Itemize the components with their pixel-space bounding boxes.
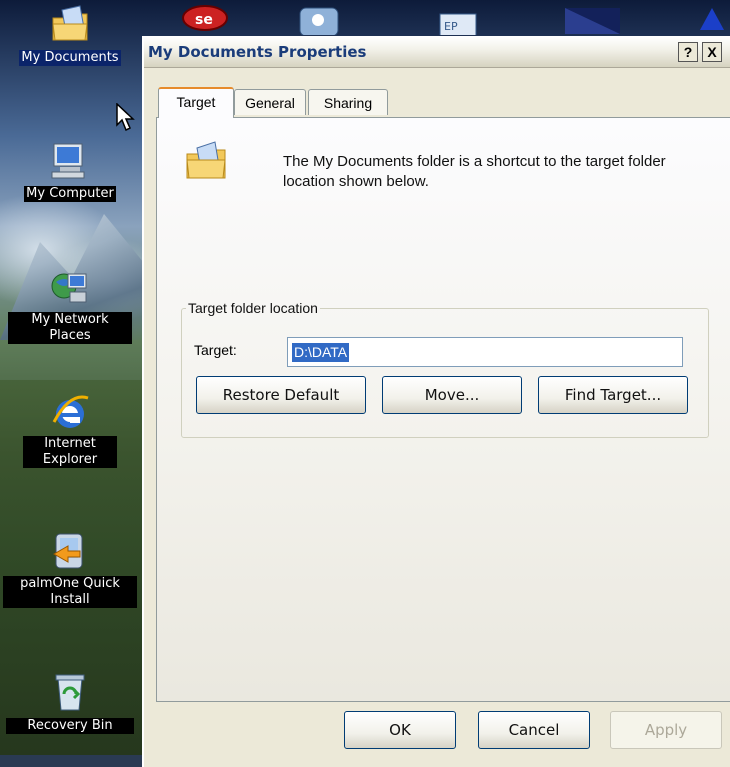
internet-explorer-icon [50,392,90,432]
partial-red-icon[interactable]: se [182,5,228,31]
svg-text:se: se [195,12,213,28]
desktop-icon-label: Recovery Bin [6,718,134,734]
partial-dark-icon[interactable] [565,8,620,34]
tab-sharing[interactable]: Sharing [308,89,388,115]
close-button[interactable]: X [702,42,722,62]
dialog-titlebar[interactable]: My Documents Properties ? X [144,37,730,68]
palm-install-icon [50,532,90,572]
tab-panel-target: The My Documents folder is a shortcut to… [156,117,730,702]
target-input[interactable]: D:\DATA [287,337,683,367]
folder-icon [185,140,229,180]
target-input-value: D:\DATA [292,343,350,362]
my-computer-icon [50,140,90,180]
svg-text:EP: EP [444,20,458,33]
desktop-icon-my-computer[interactable]: My Computer [0,140,140,202]
desktop-icon-label: My Documents [19,50,121,66]
desktop-icon-label: palmOne Quick Install [3,576,137,608]
desktop-icon-palm-install[interactable]: palmOne Quick Install [0,532,140,608]
my-documents-icon [50,4,90,44]
target-folder-group: Target folder location Target: D:\DATA R… [181,300,709,438]
tab-target[interactable]: Target [158,87,234,118]
partial-triangle-icon[interactable] [700,8,724,30]
desktop-icon-recycle-bin[interactable]: Recovery Bin [0,672,140,734]
group-legend: Target folder location [188,300,318,316]
tab-general[interactable]: General [234,89,306,115]
desktop-icon-label: Internet Explorer [23,436,117,468]
desktop-icon-label: My Network Places [8,312,132,344]
partial-icons-row: se EP [182,5,724,37]
help-button[interactable]: ? [678,42,698,62]
network-places-icon [50,268,90,308]
partial-document-icon[interactable]: EP [439,13,477,37]
recycle-bin-icon [50,672,90,712]
desktop-icon-network-places[interactable]: My Network Places [0,268,140,344]
desktop-icon-my-documents[interactable]: My Documents [0,4,140,66]
desktop-icon-label: My Computer [24,186,116,202]
target-label: Target: [194,342,237,358]
properties-dialog: My Documents Properties ? X Target Gener… [142,36,730,767]
mouse-cursor-icon [116,103,135,132]
dialog-title: My Documents Properties [148,43,367,61]
restore-default-button[interactable]: Restore Default [196,376,366,414]
ok-button[interactable]: OK [344,711,456,749]
info-text: The My Documents folder is a shortcut to… [283,153,666,190]
move-button[interactable]: Move... [382,376,522,414]
find-target-button[interactable]: Find Target... [538,376,688,414]
desktop-top-icons: se EP [160,0,730,37]
apply-button[interactable]: Apply [610,711,722,749]
desktop-icon-internet-explorer[interactable]: Internet Explorer [0,392,140,468]
cancel-button[interactable]: Cancel [478,711,590,749]
partial-network-icon[interactable] [299,7,339,37]
